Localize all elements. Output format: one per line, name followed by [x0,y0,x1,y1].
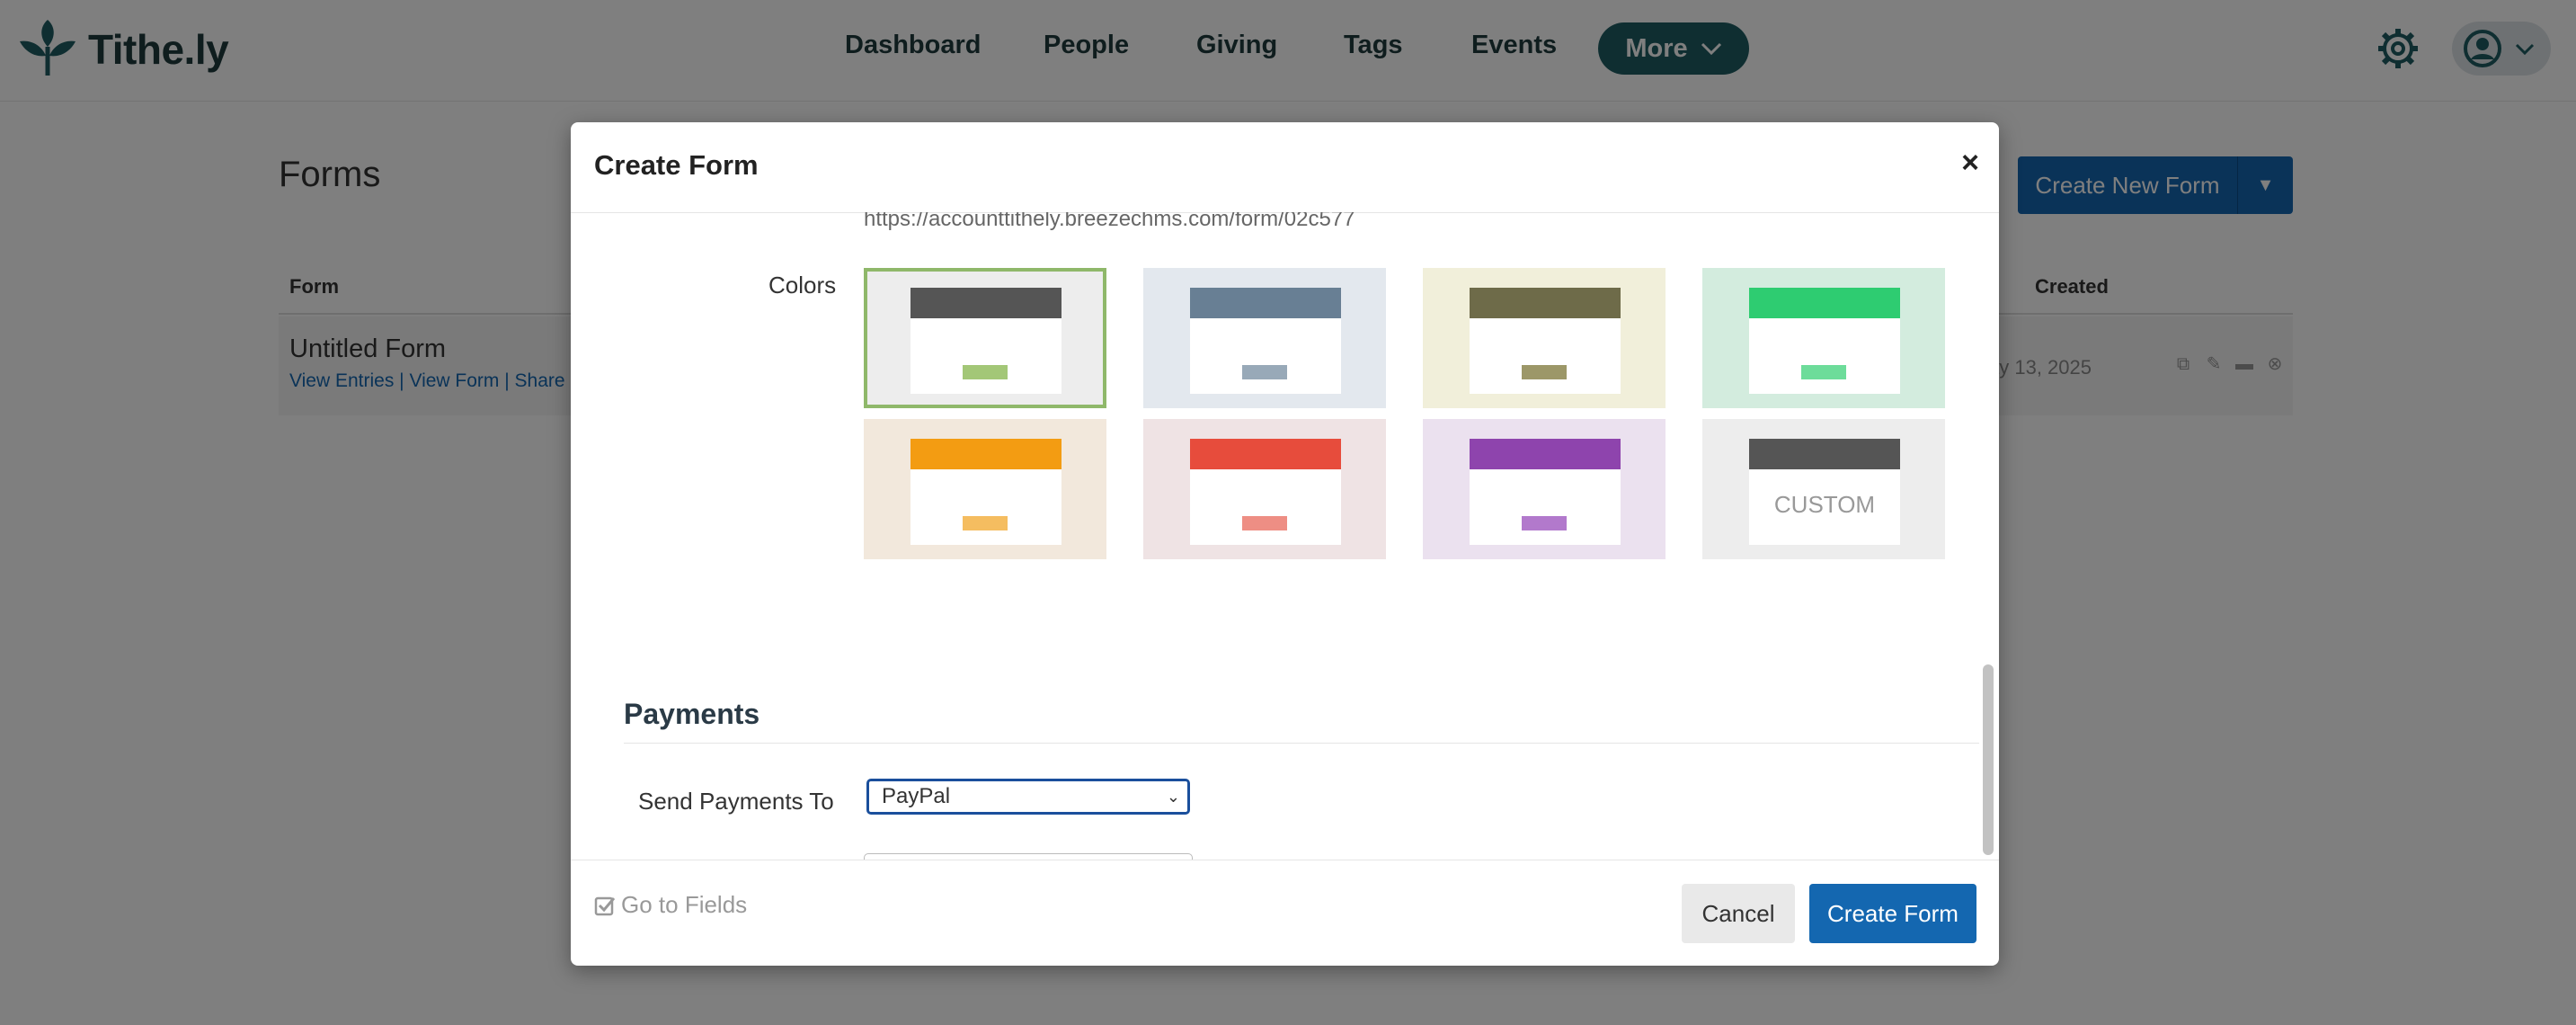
swatch-button-preview [963,365,1008,379]
swatch-preview-card [1190,288,1341,394]
modal-title: Create Form [594,149,759,181]
section-divider [624,743,1979,744]
create-form-button[interactable]: Create Form [1809,884,1976,943]
modal-footer: Go to Fields Cancel Create Form [571,860,1999,966]
send-payments-label: Send Payments To [638,788,834,815]
color-swatch[interactable]: CUSTOM [1702,419,1945,559]
color-swatch[interactable] [1423,268,1666,408]
swatch-preview-card [1470,288,1621,394]
close-icon[interactable]: × [1961,146,1979,181]
color-swatch[interactable] [1143,419,1386,559]
swatch-button-preview [1801,365,1846,379]
swatch-header-bar [1190,288,1341,318]
swatch-button-preview [1242,516,1287,530]
payments-section-title: Payments [624,698,760,730]
swatch-preview-card [1470,439,1621,545]
swatch-header-bar [1749,439,1900,469]
chevron-down-icon: ⌄ [1166,788,1180,806]
swatch-header-bar [1470,439,1621,469]
colors-label: Colors [768,272,837,299]
go-to-fields-checkbox[interactable]: Go to Fields [594,891,747,919]
color-swatch[interactable] [1143,268,1386,408]
swatch-preview-card [1190,439,1341,545]
swatch-header-bar [1190,439,1341,469]
swatch-preview-card [1749,288,1900,394]
swatch-button-preview [1522,516,1567,530]
go-to-fields-label: Go to Fields [621,891,748,918]
form-url: https://accounttithely.breezechms.com/fo… [864,212,1355,231]
paypal-email-input[interactable] [864,853,1193,860]
swatch-preview-card [910,439,1061,545]
color-swatch[interactable] [1423,419,1666,559]
swatch-button-preview [1242,365,1287,379]
swatch-header-bar [910,439,1061,469]
custom-swatch-label: CUSTOM [1773,491,1876,518]
swatch-header-bar [1749,288,1900,318]
modal-header: Create Form × [571,122,1999,213]
swatch-button-preview [963,516,1008,530]
send-payments-value: PayPal [882,784,951,808]
swatch-preview-card: CUSTOM [1749,439,1900,545]
swatch-preview-card [910,288,1061,394]
create-form-modal: Create Form × https://accounttithely.bre… [571,122,1999,966]
color-swatch[interactable] [864,419,1106,559]
color-swatch[interactable] [1702,268,1945,408]
swatch-header-bar [910,288,1061,318]
checkbox-checked-icon [594,896,616,915]
scrollbar-thumb[interactable] [1983,664,1994,855]
send-payments-select[interactable]: PayPal ⌄ [866,779,1190,815]
swatch-button-preview [1522,365,1567,379]
cancel-button[interactable]: Cancel [1682,884,1795,943]
modal-body[interactable]: https://accounttithely.breezechms.com/fo… [571,212,1999,860]
color-swatch[interactable] [864,268,1106,408]
swatch-header-bar [1470,288,1621,318]
